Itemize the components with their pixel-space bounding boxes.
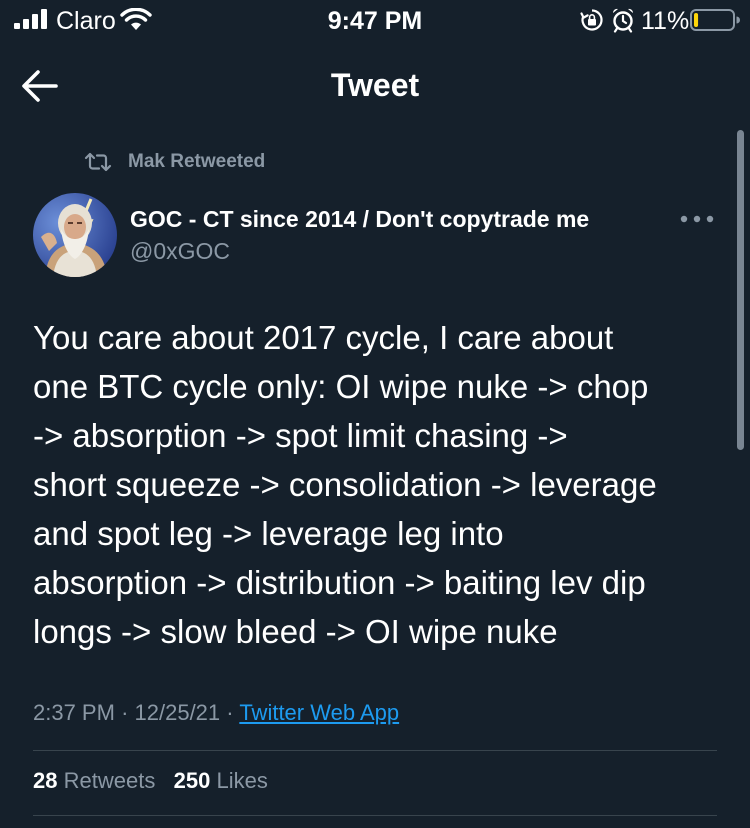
tweet-text-line: longs -> slow bleed -> OI wipe nuke [33, 613, 558, 650]
page-title: Tweet [330, 67, 420, 103]
divider [33, 750, 717, 751]
more-horizontal-icon [680, 215, 714, 223]
tweet-stats: 28 Retweets 250 Likes [33, 768, 268, 794]
tweet-text-line: one BTC cycle only: OI wipe nuke -> chop [33, 368, 649, 405]
retweets-stat[interactable]: 28 Retweets [33, 768, 155, 793]
alarm-clock-icon [612, 8, 634, 33]
divider [33, 815, 717, 816]
likes-count: 250 [173, 768, 211, 793]
top-navigation-bar: Tweet [0, 50, 750, 120]
tweet-date: 12/25/21 [134, 700, 221, 725]
tweet-time: 2:37 PM [33, 700, 115, 725]
tweet-text-line: and spot leg -> leverage leg into [33, 515, 504, 552]
tweet-source-link[interactable]: Twitter Web App [239, 700, 399, 725]
retweet-context[interactable]: Mak Retweeted [84, 147, 265, 177]
tweet-text-line: You care about 2017 cycle, I care about [33, 319, 614, 356]
scrollbar[interactable] [737, 130, 744, 450]
more-options-button[interactable] [676, 204, 718, 234]
tweet-text: You care about 2017 cycle, I care about … [33, 313, 733, 656]
tweet-text-line: absorption -> distribution -> baiting le… [33, 564, 646, 601]
retweet-icon [84, 152, 112, 172]
likes-stat[interactable]: 250 Likes [174, 768, 268, 793]
tweet-text-line: short squeeze -> consolidation -> levera… [33, 466, 657, 503]
battery-percent: 11% [641, 7, 690, 35]
retweets-label: Retweets [63, 768, 156, 793]
retweets-count: 28 [33, 768, 58, 793]
battery-icon [690, 9, 740, 31]
tweet-metadata: 2:37 PM · 12/25/21 · Twitter Web App [33, 700, 399, 726]
meta-separator: · [226, 700, 234, 725]
orientation-lock-icon [580, 9, 603, 31]
meta-separator: · [121, 700, 129, 725]
avatar[interactable] [33, 193, 117, 277]
author-handle[interactable]: @0xGOC [130, 238, 230, 265]
likes-label: Likes [216, 768, 268, 793]
zeus-avatar-image [33, 193, 117, 277]
author-display-name[interactable]: GOC - CT since 2014 / Don't copytrade me [130, 206, 589, 233]
status-time: 9:47 PM [327, 7, 423, 35]
status-bar: Claro 9:47 PM 11% [0, 0, 750, 40]
tweet-text-line: -> absorption -> spot limit chasing -> [33, 417, 568, 454]
retweet-context-label: Mak Retweeted [128, 151, 266, 172]
